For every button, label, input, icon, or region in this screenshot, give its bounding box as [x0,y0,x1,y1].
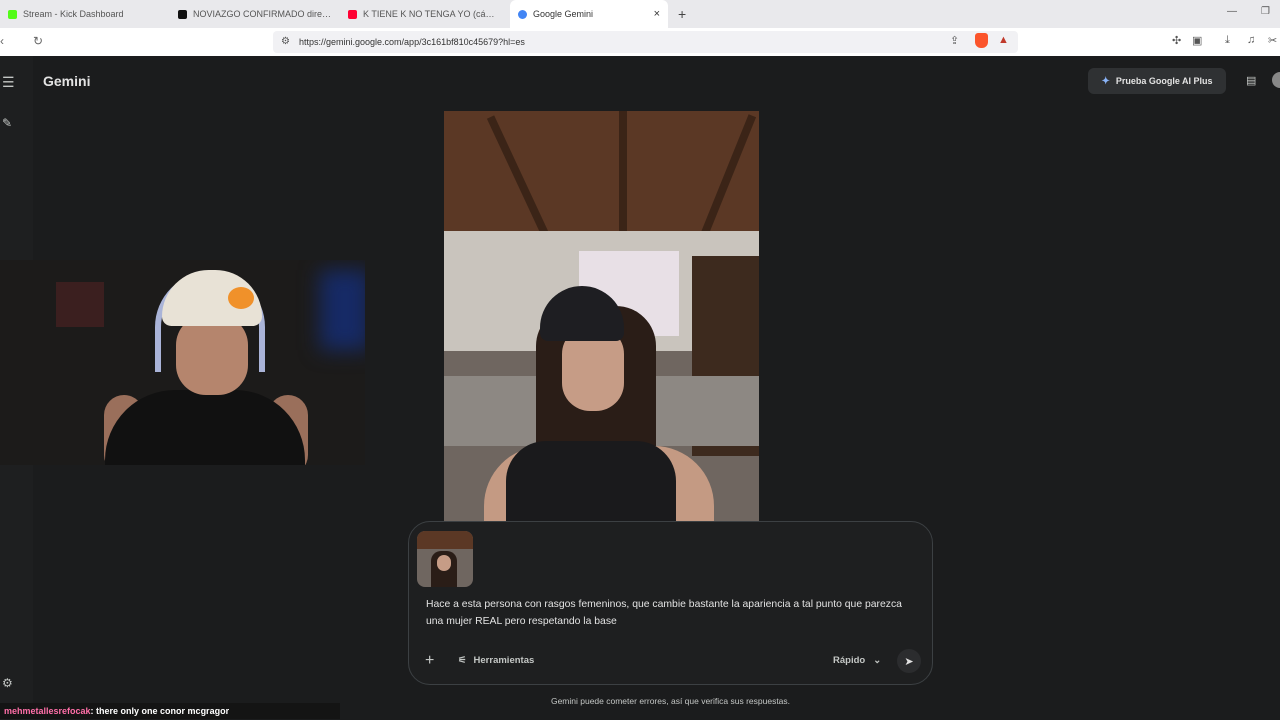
address-bar-row: ‹ ↻ ⚙ https://gemini.google.com/app/3c16… [0,28,1280,56]
close-tab-icon[interactable]: × [654,8,660,20]
tab-title: Stream - Kick Dashboard [23,9,124,19]
back-icon[interactable]: ‹ [0,34,4,48]
tools-button[interactable]: ⚟ Herramientas [458,655,534,666]
sparkle-icon: ✦ [1101,75,1110,87]
window-controls: — ❐ [1227,6,1270,17]
upgrade-button[interactable]: ✦ Prueba Google AI Plus [1088,68,1226,94]
prompt-composer: Hace a esta persona con rasgos femeninos… [408,521,933,685]
gemini-app: ☰ ✎ ⚙ Gemini ✦ Prueba Google AI Plus ▤ H… [0,56,1280,720]
edit-icon[interactable]: ✎ [2,116,12,130]
mode-selector[interactable]: Rápido ⌄ [833,655,881,666]
gemini-favicon-icon [518,9,527,19]
brave-rewards-icon[interactable]: ▲ [998,34,1009,46]
minimize-icon[interactable]: — [1227,6,1237,17]
browser-tab[interactable]: NOVIAZGO CONFIRMADO directos [170,0,340,28]
browser-tab[interactable]: Stream - Kick Dashboard [0,0,170,28]
url-field[interactable]: ⚙ https://gemini.google.com/app/3c161bf8… [273,31,1018,53]
disclaimer-text: Gemini puede cometer errores, así que ve… [550,696,791,706]
crop-icon[interactable]: ✂ [1268,34,1277,47]
upgrade-button-label: Prueba Google AI Plus [1115,76,1213,86]
tiktok-favicon-icon [178,9,187,19]
temporary-chat-icon[interactable]: ▤ [1246,74,1256,87]
extensions-icon[interactable]: ✣ [1172,34,1181,47]
avatar[interactable] [1272,72,1280,88]
download-icon[interactable]: ⤓ [1225,34,1230,47]
site-settings-icon[interactable]: ⚙ [281,36,290,47]
chevron-down-icon: ⌄ [873,655,882,666]
tab-title: K TIENE K NO TENGA YO (cámara [363,9,502,19]
attached-image-thumbnail[interactable] [417,531,473,587]
gear-icon[interactable]: ⚙ [2,676,13,690]
stream-chat-message: mehmetallesrefocak: there only one conor… [0,703,340,719]
tab-title: NOVIAZGO CONFIRMADO directos [193,9,332,19]
brave-shields-icon[interactable] [975,33,988,48]
new-tab-button[interactable]: + [678,6,686,22]
webcam-overlay [0,260,365,465]
media-icon[interactable]: ♫ [1247,34,1255,46]
reload-icon[interactable]: ↻ [33,34,43,48]
sliders-icon: ⚟ [458,655,467,666]
share-icon[interactable]: ⇪ [950,34,959,47]
kick-favicon-icon [8,9,17,19]
uploaded-image[interactable] [444,111,759,521]
chat-username: mehmetallesrefocak [4,706,91,716]
send-button[interactable]: ➤ [897,649,921,673]
youtube-favicon-icon [348,9,357,19]
browser-tab[interactable]: K TIENE K NO TENGA YO (cámara [340,0,510,28]
mode-label: Rápido [833,655,866,666]
send-icon: ➤ [904,655,914,668]
chat-text: : there only one conor mcgragor [90,706,230,716]
url-text: https://gemini.google.com/app/3c161bf810… [299,37,525,47]
prompt-input[interactable]: Hace a esta persona con rasgos femeninos… [426,597,916,630]
restore-icon[interactable]: ❐ [1261,6,1270,17]
app-title: Gemini [43,73,91,89]
browser-tab-active[interactable]: Google Gemini × [510,0,668,28]
plus-icon[interactable]: + [425,652,434,670]
tab-title: Google Gemini [533,9,594,19]
tools-label: Herramientas [473,655,535,666]
browser-tab-strip: Stream - Kick Dashboard NOVIAZGO CONFIRM… [0,0,1280,28]
sidebar-icon[interactable]: ▣ [1192,34,1202,47]
hamburger-icon[interactable]: ☰ [2,74,15,91]
